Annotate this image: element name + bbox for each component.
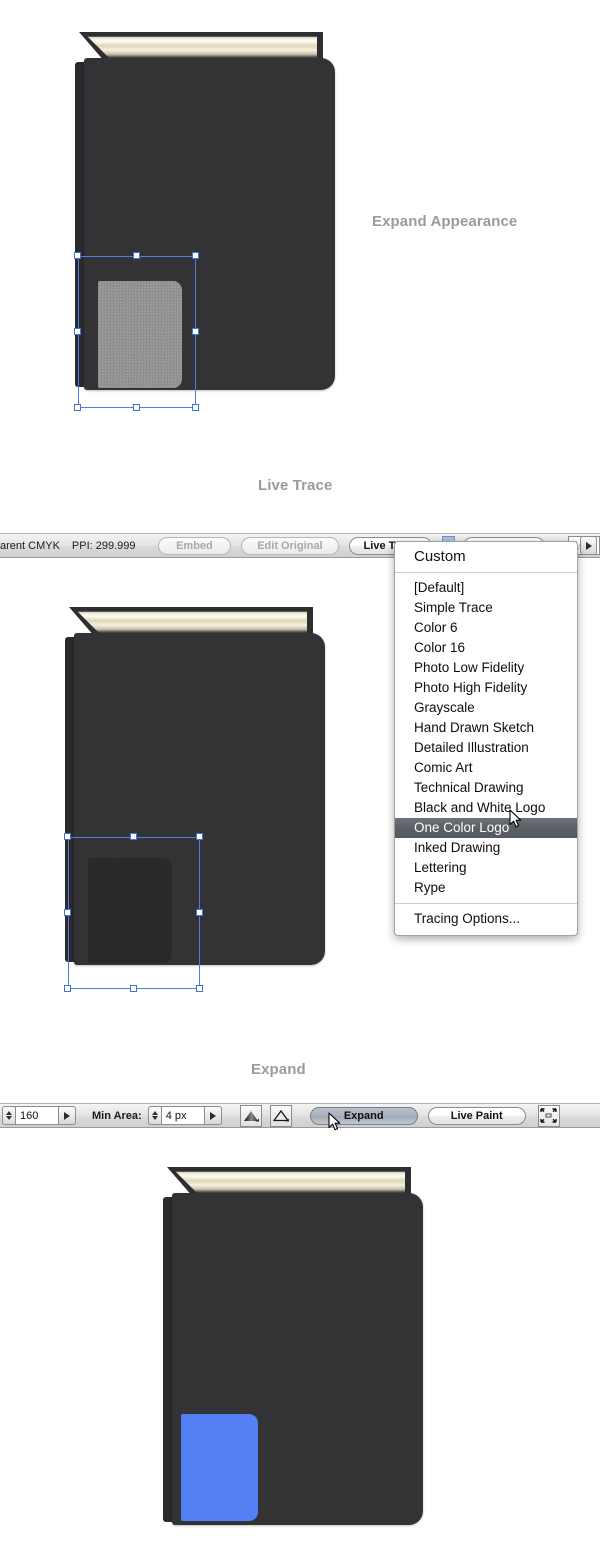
tracing-preset-menu[interactable]: Custom [Default] Simple Trace Color 6 Co… [394,541,578,936]
mouse-cursor-menu [509,809,523,834]
selection-outline-2 [68,837,200,989]
live-paint-button[interactable]: Live Paint [427,1106,526,1125]
menu-item-color-6[interactable]: Color 6 [395,618,577,638]
outline-preview-icon[interactable] [269,1104,292,1127]
min-area-value-field[interactable]: 4 px [160,1106,205,1125]
menu-item-photo-low-fidelity[interactable]: Photo Low Fidelity [395,658,577,678]
selection-handle-tl[interactable] [74,252,81,259]
min-area-spinner-arrows[interactable] [147,1106,161,1125]
selection-handle-mr[interactable] [192,328,199,335]
edit-original-button[interactable]: Edit Original [241,536,339,555]
fill-preview-icon[interactable] [239,1104,262,1127]
threshold-popup-button[interactable] [59,1106,76,1125]
selection-handle-bc[interactable] [133,404,140,411]
menu-item-photo-high-fidelity[interactable]: Photo High Fidelity [395,678,577,698]
menu-item-comic-art[interactable]: Comic Art [395,758,577,778]
selection-handle-tr[interactable] [192,252,199,259]
section-label-live-trace: Live Trace [258,477,333,494]
control-bar-overflow-button[interactable] [580,536,597,555]
menu-item-color-16[interactable]: Color 16 [395,638,577,658]
color-mode-label: arent CMYK [0,539,60,552]
min-area-stepper[interactable]: 4 px [147,1106,222,1125]
selection-handle-tc[interactable] [133,252,140,259]
menu-item-detailed-illustration[interactable]: Detailed Illustration [395,738,577,758]
arrow-down-icon-2 [151,1116,158,1121]
menu-item-lettering[interactable]: Lettering [395,858,577,878]
selection-bounding-box-traced[interactable] [64,833,203,992]
section-label-expand: Expand [251,1061,306,1078]
arrow-up-icon-2 [151,1110,158,1115]
chevron-right-icon-threshold [64,1111,70,1120]
min-area-popup-button[interactable] [204,1106,222,1125]
menu-item-grayscale[interactable]: Grayscale [395,698,577,718]
expanded-vector-shape [181,1414,258,1521]
selection-handle-br-2[interactable] [196,985,203,992]
chevron-right-icon-min-area [209,1111,216,1120]
menu-item-one-color-logo[interactable]: One Color Logo [395,818,577,838]
section-label-expand-appearance: Expand Appearance [372,213,518,230]
menu-item-black-and-white-logo[interactable]: Black and White Logo [395,798,577,818]
menu-header-custom[interactable]: Custom [395,542,577,572]
ppi-label: PPI: 299.999 [71,539,136,552]
control-bar-expand[interactable]: 160 Min Area: 4 px Expand Live Paint [0,1103,600,1128]
embed-button[interactable]: Embed [157,536,232,555]
arrow-up-icon [6,1110,12,1115]
overflow-arrow-button[interactable] [580,536,597,555]
threshold-stepper[interactable]: 160 [2,1106,76,1125]
expand-button[interactable]: Expand [309,1106,418,1125]
selection-outline [78,256,196,408]
min-area-label: Min Area: [92,1109,142,1122]
selection-handle-bc-2[interactable] [130,985,137,992]
threshold-spinner-arrows[interactable] [2,1106,15,1125]
mouse-cursor-expand [328,1112,342,1137]
expand-corners-icon[interactable] [537,1104,560,1127]
selection-handle-tc-2[interactable] [130,833,137,840]
menu-item-technical-drawing[interactable]: Technical Drawing [395,778,577,798]
selection-handle-ml-2[interactable] [64,909,71,916]
selection-handle-bl-2[interactable] [64,985,71,992]
menu-item-tracing-options[interactable]: Tracing Options... [395,904,577,935]
menu-item-simple-trace[interactable]: Simple Trace [395,598,577,618]
selection-bounding-box-original[interactable] [74,252,199,411]
threshold-value-field[interactable]: 160 [15,1106,59,1125]
selection-handle-tr-2[interactable] [196,833,203,840]
selection-handle-mr-2[interactable] [196,909,203,916]
menu-item-inked-drawing[interactable]: Inked Drawing [395,838,577,858]
selection-handle-tl-2[interactable] [64,833,71,840]
selection-handle-br[interactable] [192,404,199,411]
menu-item-list: [Default] Simple Trace Color 6 Color 16 … [395,573,577,903]
arrow-down-icon [6,1116,12,1121]
selection-handle-bl[interactable] [74,404,81,411]
selection-handle-ml[interactable] [74,328,81,335]
menu-item-hand-drawn-sketch[interactable]: Hand Drawn Sketch [395,718,577,738]
menu-item-default[interactable]: [Default] [395,578,577,598]
chevron-right-icon [585,541,592,550]
menu-item-rype[interactable]: Rype [395,878,577,898]
